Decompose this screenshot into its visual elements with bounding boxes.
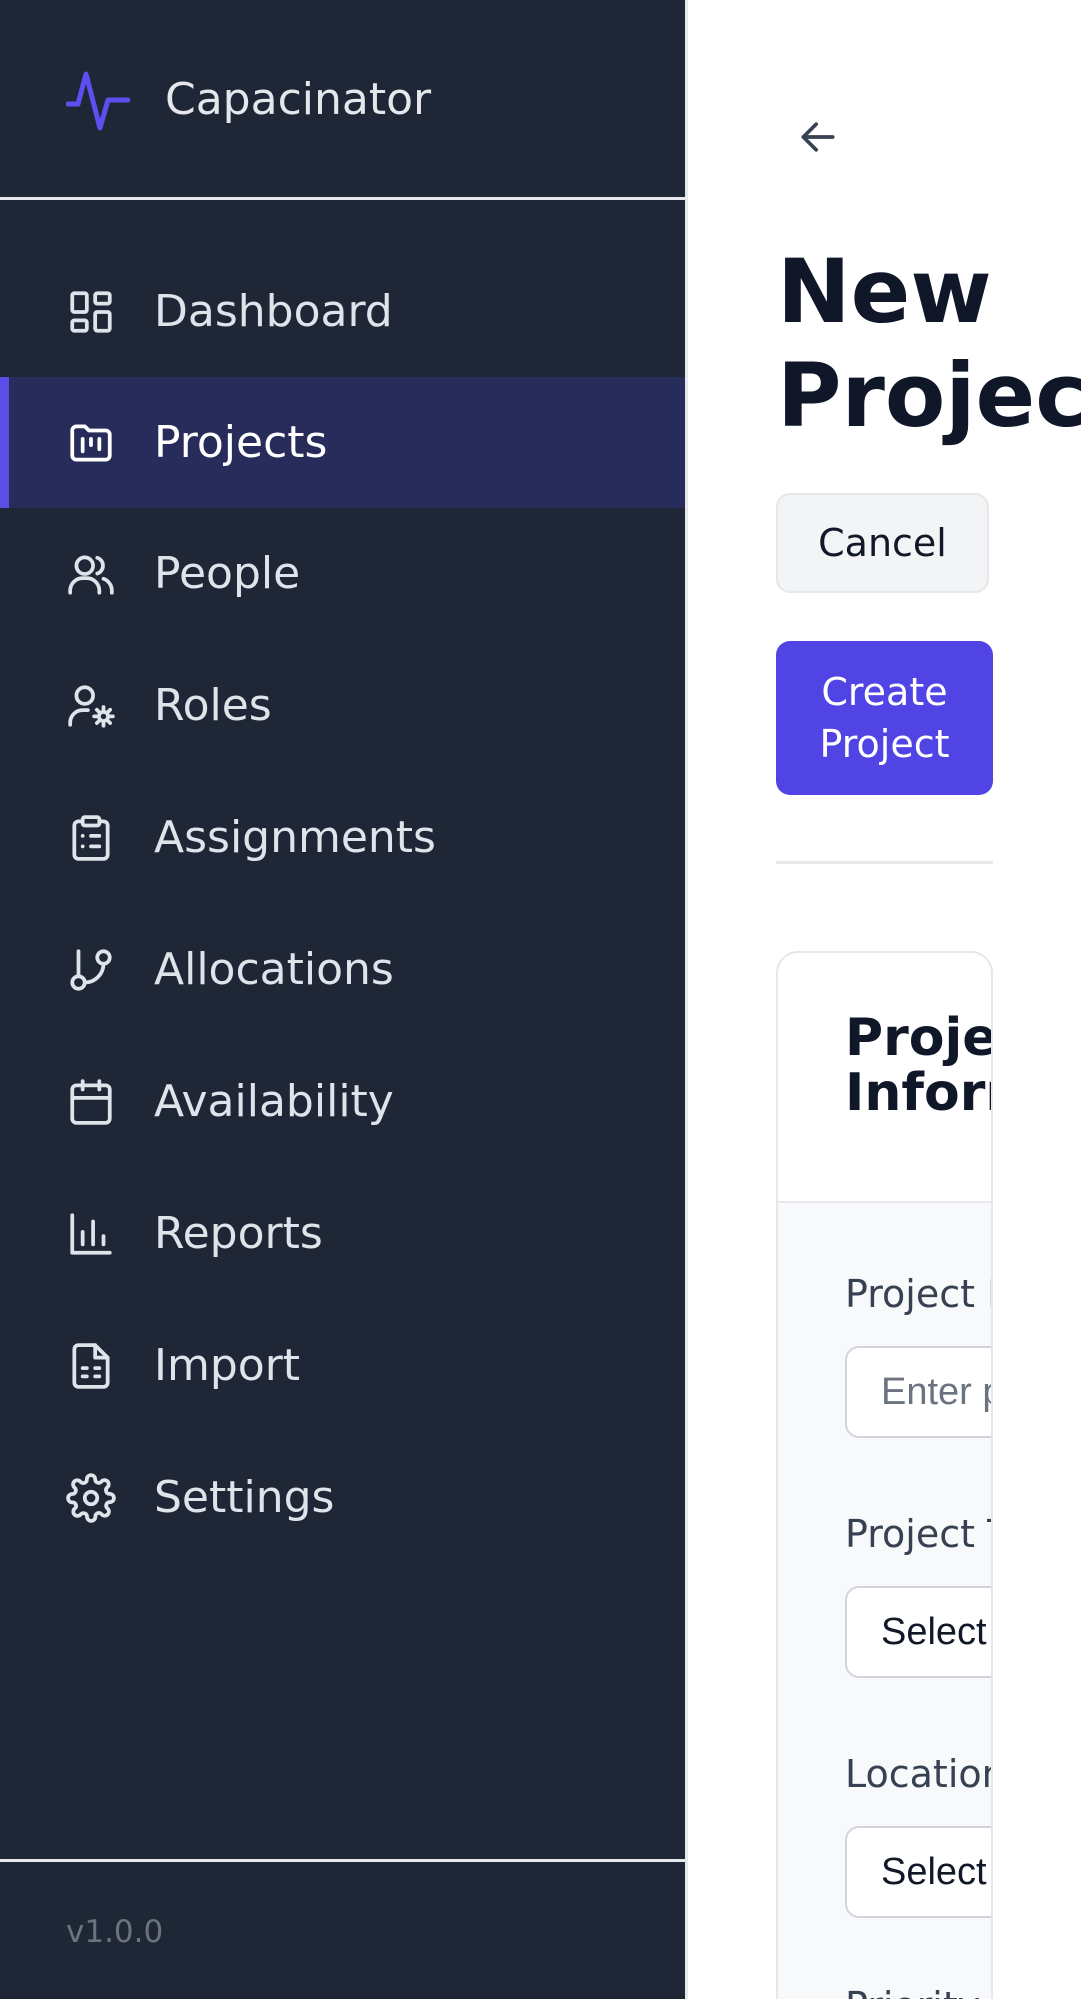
sidebar-item-dashboard[interactable]: Dashboard <box>0 246 685 377</box>
sidebar-item-allocations[interactable]: Allocations <box>0 904 685 1035</box>
card-title-line: Project <box>845 1008 993 1068</box>
sidebar-item-label: Reports <box>154 1208 323 1259</box>
folder-kanban-icon <box>70 424 112 462</box>
sidebar-item-settings[interactable]: Settings <box>0 1432 685 1563</box>
sidebar-item-label: Settings <box>154 1472 335 1523</box>
page-title-line: New <box>777 240 992 343</box>
sidebar-item-label: Roles <box>154 680 272 731</box>
sidebar-item-label: Allocations <box>154 944 394 995</box>
dashboard-icon <box>70 291 112 333</box>
sidebar-item-projects[interactable]: Projects <box>0 377 685 508</box>
sidebar-item-availability[interactable]: Availability <box>0 1036 685 1167</box>
sidebar-item-assignments[interactable]: Assignments <box>0 772 685 903</box>
cancel-button[interactable]: Cancel <box>776 493 989 593</box>
sidebar-item-label: People <box>154 548 301 599</box>
file-spreadsheet-icon <box>72 1343 110 1389</box>
page-title: New Project <box>777 240 1081 448</box>
location-label: Location <box>845 1752 993 1796</box>
bar-chart-icon <box>70 1213 112 1255</box>
git-branch-icon <box>70 949 112 991</box>
sidebar-item-label: Dashboard <box>154 286 393 337</box>
project-type-select[interactable]: Select project type <box>845 1586 991 1678</box>
sidebar: Capacinator Dashboard Projects People Ro… <box>0 0 685 1999</box>
sidebar-item-label: Assignments <box>154 812 436 863</box>
sidebar-item-reports[interactable]: Reports <box>0 1168 685 1299</box>
brand[interactable]: Capacinator <box>0 0 685 199</box>
project-name-label: Project Name <box>845 1272 991 1316</box>
app-name: Capacinator <box>165 74 432 125</box>
user-cog-icon <box>68 685 115 728</box>
calendar-icon <box>70 1079 112 1125</box>
button-label-line: Project <box>819 722 950 766</box>
sidebar-item-label: Projects <box>154 417 328 468</box>
sidebar-item-roles[interactable]: Roles <box>0 640 685 771</box>
gear-icon <box>66 1473 116 1523</box>
card-title-line: Information <box>845 1063 991 1123</box>
app-version: v1.0.0 <box>66 1914 164 1950</box>
brand-divider <box>0 197 685 200</box>
button-label-line: Create <box>821 670 948 714</box>
activity-pulse-icon <box>66 71 130 131</box>
page-title-line: Project <box>777 344 1081 447</box>
location-select[interactable]: Select location <box>845 1826 991 1918</box>
sidebar-item-people[interactable]: People <box>0 508 685 639</box>
sidebar-item-label: Import <box>154 1340 301 1391</box>
project-type-label: Project Type <box>845 1512 991 1556</box>
card-header: Project Information <box>778 953 991 1203</box>
header-divider <box>776 861 993 864</box>
project-name-input[interactable]: Enter project name <box>845 1346 991 1438</box>
card-title: Project Information <box>845 1008 993 1123</box>
priority-label: Priority <box>845 1983 980 1999</box>
create-project-button[interactable]: Create Project <box>776 641 993 795</box>
arrow-left-icon[interactable] <box>796 115 840 159</box>
project-information-card: Project Information Project Name Enter p… <box>776 951 993 1999</box>
clipboard-list-icon <box>72 815 110 861</box>
sidebar-footer-divider <box>0 1859 685 1862</box>
users-icon <box>68 555 114 595</box>
main-content: New Project Cancel Create Project Projec… <box>688 0 1081 1999</box>
sidebar-item-label: Availability <box>154 1076 394 1127</box>
sidebar-item-import[interactable]: Import <box>0 1300 685 1431</box>
